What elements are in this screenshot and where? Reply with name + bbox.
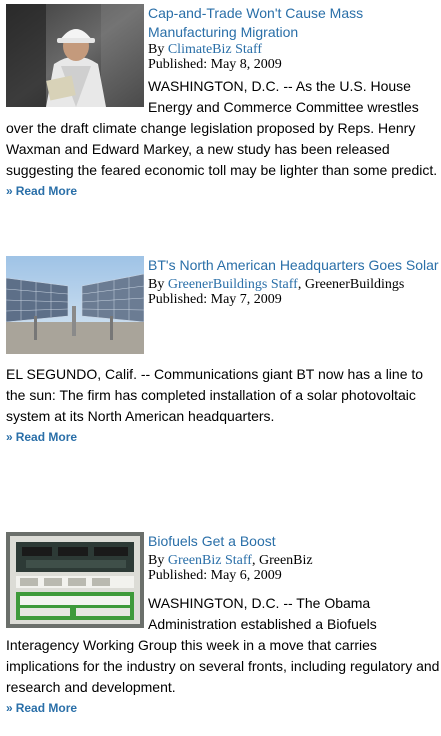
author-link[interactable]: ClimateBiz Staff [168, 42, 262, 57]
solar-panels-photo[interactable] [6, 256, 144, 354]
read-more-label: Read More [15, 701, 78, 715]
read-more-label: Read More [15, 184, 78, 198]
read-more-label: Read More [15, 430, 78, 444]
byline-suffix: , GreenBiz [251, 553, 313, 568]
read-more-link[interactable]: » Read More [6, 430, 441, 444]
raquo-icon: » [6, 184, 13, 198]
byline-prefix: By [148, 277, 168, 292]
byline-prefix: By [148, 553, 168, 568]
raquo-icon: » [6, 701, 13, 715]
read-more-link[interactable]: » Read More [6, 701, 441, 715]
author-link[interactable]: GreenBiz Staff [168, 553, 252, 568]
hardhat-worker-photo[interactable] [6, 4, 144, 107]
article-summary: EL SEGUNDO, Calif. -- Communications gia… [6, 366, 424, 424]
author-link[interactable]: GreenerBuildings Staff [168, 277, 298, 292]
article-3: Biofuels Get a Boost By GreenBiz Staff, … [6, 532, 441, 715]
read-more-link[interactable]: » Read More [6, 184, 441, 198]
byline-suffix: , GreenerBuildings [297, 277, 405, 292]
byline-prefix: By [148, 42, 168, 57]
article-1: Cap-and-Trade Won't Cause Mass Manufactu… [6, 4, 441, 198]
raquo-icon: » [6, 430, 13, 444]
article-2: BT's North American Headquarters Goes So… [6, 256, 441, 444]
fuel-pump-photo[interactable] [6, 532, 144, 628]
